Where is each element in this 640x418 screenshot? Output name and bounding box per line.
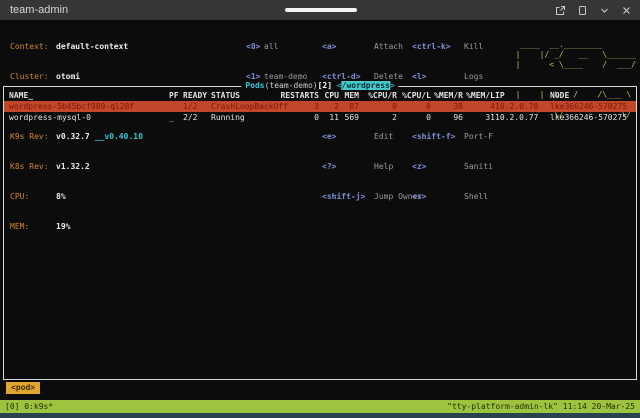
pod-cell: _: [169, 112, 183, 123]
pod-cell: lke366246-570275: [550, 112, 636, 123]
hotkey-label: Attach: [374, 42, 403, 52]
info-label: Cluster:: [10, 72, 56, 82]
column-header[interactable]: CPU: [319, 90, 339, 101]
window-bottom-edge: [0, 413, 640, 418]
pod-cell: 0: [273, 112, 319, 123]
pod-cell: 569: [339, 112, 359, 123]
info-value: default-context: [56, 42, 128, 52]
pod-cell: 2/2: [183, 112, 211, 123]
pod-cell: 2: [359, 112, 397, 123]
column-header[interactable]: %MEM/R: [431, 90, 463, 101]
pods-view-title: Pods(team-demo)[2] </wordpress>: [241, 81, 398, 91]
column-header[interactable]: %CPU/L: [397, 90, 431, 101]
k9s-terminal: Context:default-context Cluster:otomi Us…: [0, 20, 640, 400]
popout-icon[interactable]: [555, 5, 566, 16]
pod-row[interactable]: wordpress-mysql-0_2/2Running011569209631…: [4, 112, 636, 123]
k9s-header: Context:default-context Cluster:otomi Us…: [8, 22, 638, 84]
pods-view: Pods(team-demo)[2] </wordpress> NAME_PFR…: [3, 86, 637, 380]
pod-cell: lke366246-570275: [550, 101, 636, 112]
hotkey: <l>: [412, 72, 464, 82]
pod-cell: 87: [339, 101, 359, 112]
view-count: [2]: [318, 81, 337, 90]
breadcrumb-pod[interactable]: <pod>: [6, 382, 40, 394]
column-header[interactable]: %MEM/L: [463, 90, 495, 101]
info-value: otomi: [56, 72, 80, 82]
pod-cell: 1/2: [183, 101, 211, 112]
namespace-item[interactable]: <0>all: [246, 42, 307, 52]
column-header[interactable]: NAME_: [9, 90, 169, 101]
pod-cell: Running: [211, 112, 273, 123]
menu-item: <a>Attach: [322, 42, 422, 52]
view-name: Pods: [245, 81, 264, 90]
column-header[interactable]: %CPU/R: [359, 90, 397, 101]
pod-table-header: NAME_PFREADYSTATUSRESTARTSCPUMEM%CPU/R%C…: [4, 90, 636, 101]
close-icon[interactable]: [621, 5, 632, 16]
filter-badge: /wordpress: [342, 81, 390, 90]
hotkey: <0>: [246, 42, 264, 52]
column-header[interactable]: PF: [169, 90, 183, 101]
column-header[interactable]: READY: [183, 90, 211, 101]
hotkey: <a>: [322, 42, 374, 52]
menu-item: <ctrl-k>Kill: [412, 42, 493, 52]
column-header[interactable]: MEM: [339, 90, 359, 101]
column-header[interactable]: IP: [495, 90, 550, 101]
pod-cell: 31: [463, 112, 495, 123]
tmux-statusbar: [0] 0:k9s* "tty-platform-admin-lk" 11:14…: [0, 400, 640, 413]
pod-cell: CrashLoopBackOff: [211, 101, 273, 112]
pod-table-body: wordpress-5b45bcf989-ql28f 1/2CrashLoopBa…: [4, 101, 636, 123]
hotkey: <ctrl-k>: [412, 42, 464, 52]
menu-item: <l>Logs: [412, 72, 493, 82]
filter-bracket: >: [390, 81, 395, 90]
tmux-host-clock: "tty-platform-admin-lk" 11:14 20-Mar-25: [447, 400, 635, 413]
pod-row[interactable]: wordpress-5b45bcf989-ql28f 1/2CrashLoopBa…: [4, 101, 636, 112]
pod-cell: 2: [319, 101, 339, 112]
window-title: team-admin: [0, 4, 68, 16]
pod-cell: 11: [319, 112, 339, 123]
view-scope: (team-demo): [265, 81, 318, 90]
hotkey-label: all: [264, 42, 278, 52]
pod-cell: wordpress-5b45bcf989-ql28f: [9, 101, 169, 112]
clipboard-icon[interactable]: [577, 5, 588, 16]
pod-cell: 38: [431, 101, 463, 112]
hotkey-label: Logs: [464, 72, 483, 82]
drag-handle[interactable]: [285, 8, 357, 12]
column-header[interactable]: NODE: [550, 90, 636, 101]
pod-cell: 10.2.0.78: [495, 101, 550, 112]
pod-cell: 96: [431, 112, 463, 123]
pod-cell: 0: [397, 112, 431, 123]
window-titlebar[interactable]: team-admin: [0, 0, 640, 20]
pod-cell: 4: [463, 101, 495, 112]
tmux-session-info[interactable]: [0] 0:k9s*: [5, 400, 53, 413]
pod-cell: 3: [273, 101, 319, 112]
pod-cell: wordpress-mysql-0: [9, 112, 169, 123]
pods-table: NAME_PFREADYSTATUSRESTARTSCPUMEM%CPU/R%C…: [4, 87, 636, 123]
chevron-down-icon[interactable]: [599, 5, 610, 16]
pod-cell: 0: [359, 101, 397, 112]
pod-cell: [169, 101, 183, 112]
pod-cell: 10.2.0.77: [495, 112, 550, 123]
column-header[interactable]: RESTARTS: [273, 90, 319, 101]
pod-cell: 0: [397, 101, 431, 112]
info-label: Context:: [10, 42, 56, 52]
column-header[interactable]: STATUS: [211, 90, 273, 101]
terminal-window: team-admin: [0, 0, 640, 418]
breadcrumb: <pod>: [6, 382, 40, 394]
hotkey-label: Kill: [464, 42, 483, 52]
